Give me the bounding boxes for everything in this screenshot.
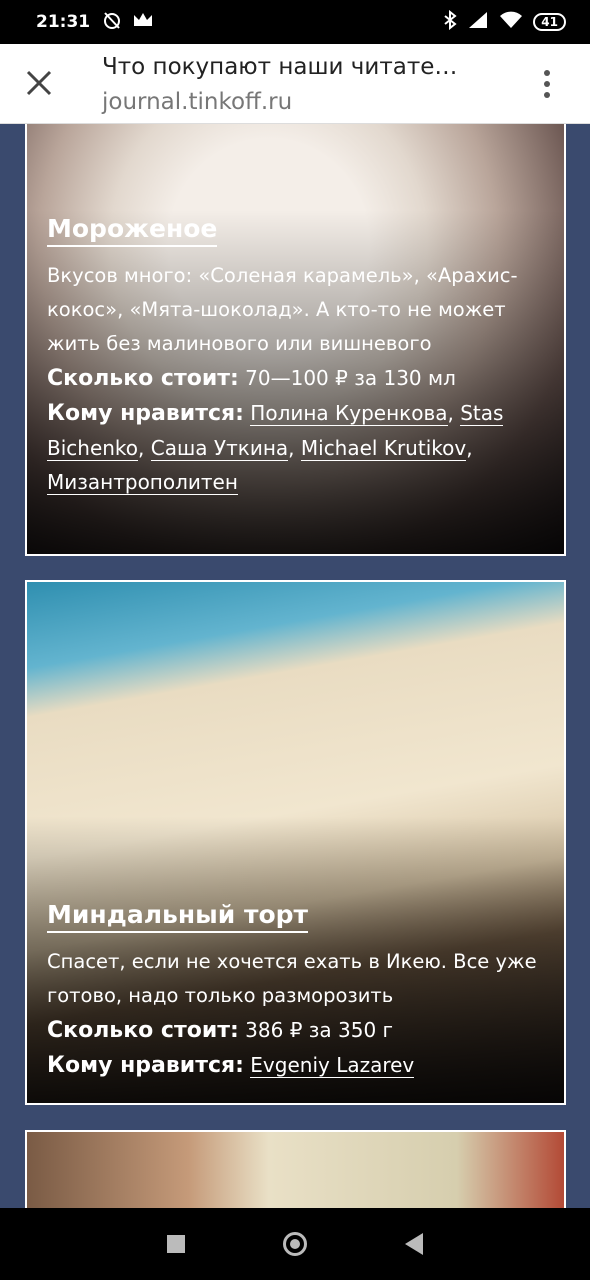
back-button[interactable]	[405, 1233, 423, 1255]
system-navigation-bar	[0, 1208, 590, 1280]
price-label: Сколько стоит:	[47, 366, 239, 391]
close-button[interactable]	[22, 66, 56, 100]
card-description: Вкусов много: «Соленая карамель», «Арахи…	[47, 264, 518, 355]
card-description: Спасет, если не хочется ехать в Икею. Вс…	[47, 950, 537, 1007]
page-url[interactable]: journal.tinkoff.ru	[102, 89, 292, 115]
fans-row: Кому нравится: Evgeniy Lazarev	[47, 1048, 550, 1083]
status-bar: 21:31 41	[0, 0, 590, 44]
crown-icon	[132, 10, 154, 34]
fan-link[interactable]: Полина Куренкова	[250, 401, 448, 426]
recent-apps-button[interactable]	[167, 1235, 185, 1253]
fan-link[interactable]: Мизантрополитен	[47, 470, 238, 495]
product-card-almond-cake: Миндальный торт Спасет, если не хочется …	[25, 580, 566, 1105]
product-card-ice-cream: Мороженое Вкусов много: «Соленая карамел…	[25, 124, 566, 556]
signal-icon	[467, 11, 489, 33]
battery-icon: 41	[533, 13, 566, 31]
price-value: 70—100 ₽ за 130 мл	[245, 366, 456, 390]
fan-link[interactable]: Саша Уткина	[150, 436, 289, 461]
close-icon	[26, 70, 52, 96]
no-alarm-icon	[102, 10, 122, 34]
more-vert-icon	[544, 70, 550, 76]
card-title[interactable]: Мороженое	[47, 214, 218, 247]
card-title[interactable]: Миндальный торт	[47, 900, 308, 933]
fans-label: Кому нравится:	[47, 401, 244, 426]
wifi-icon	[499, 11, 523, 33]
price-row: Сколько стоит: 386 ₽ за 350 г	[47, 1013, 550, 1048]
price-row: Сколько стоит: 70—100 ₽ за 130 мл	[47, 361, 550, 396]
price-label: Сколько стоит:	[47, 1018, 239, 1043]
fan-link[interactable]: Evgeniy Lazarev	[250, 1053, 415, 1078]
fan-link[interactable]: Michael Krutikov	[300, 436, 467, 461]
price-value: 386 ₽ за 350 г	[245, 1018, 394, 1042]
fans-label: Кому нравится:	[47, 1053, 244, 1078]
home-button[interactable]	[283, 1232, 307, 1256]
more-options-button[interactable]	[534, 66, 560, 102]
page-title: Что покупают наши читате…	[102, 54, 458, 80]
status-time: 21:31	[36, 12, 91, 32]
fans-row: Кому нравится: Полина Куренкова, Stas Bi…	[47, 401, 504, 495]
bluetooth-icon	[443, 9, 457, 34]
browser-toolbar: Что покупают наши читате… journal.tinkof…	[0, 44, 590, 124]
